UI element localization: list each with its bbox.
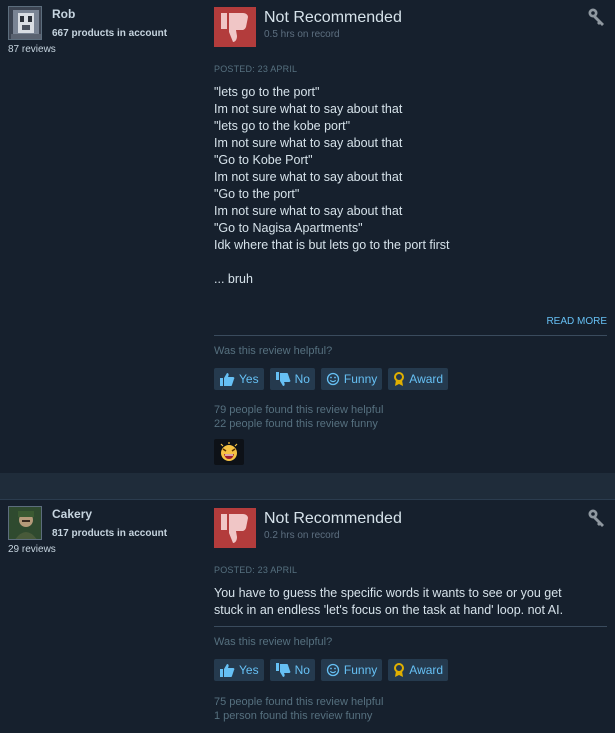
review-line: Idk where that is but lets go to the por… <box>214 238 450 252</box>
helpful-question: Was this review helpful? <box>214 636 333 648</box>
verdict-title: Not Recommended <box>264 510 402 527</box>
verdict-title: Not Recommended <box>264 9 402 26</box>
award-icon <box>394 371 405 386</box>
thumbs-down-icon <box>214 508 256 548</box>
thumbs-up-icon <box>220 664 235 677</box>
author-name[interactable]: Cakery <box>52 507 92 521</box>
key-icon[interactable] <box>587 7 607 27</box>
helpful-question: Was this review helpful? <box>214 345 333 357</box>
review-line: ... bruh <box>214 272 253 286</box>
review-line <box>214 254 607 271</box>
no-label: No <box>294 372 310 386</box>
thumbs-down-small-icon <box>275 372 290 386</box>
no-button[interactable]: No <box>269 659 315 681</box>
smiley-icon <box>326 372 340 386</box>
review-line: Im not sure what to say about that <box>214 204 403 218</box>
helpful-count: 75 people found this review helpful <box>214 696 384 708</box>
author-products-count[interactable]: 667 products in account <box>52 28 167 39</box>
funny-count: 1 person found this review funny <box>214 710 373 722</box>
vote-buttons: Yes No Funny Award <box>214 659 449 681</box>
award-button[interactable]: Award <box>388 368 449 390</box>
laughing-emoji-award[interactable] <box>214 439 244 465</box>
thumbs-down-icon <box>214 7 256 47</box>
funny-label: Funny <box>343 372 378 386</box>
posted-date: POSTED: 23 APRIL <box>214 565 298 575</box>
hours-on-record: 0.2 hrs on record <box>264 530 340 541</box>
review-content: Not Recommended 0.2 hrs on record POSTED… <box>214 508 607 722</box>
review-line: stuck in an endless 'let's focus on the … <box>214 603 564 617</box>
thumbs-up-icon <box>220 373 235 386</box>
review-separator <box>0 473 615 500</box>
funny-button[interactable]: Funny <box>320 368 383 390</box>
review-content: Not Recommended 0.5 hrs on record POSTED… <box>214 7 607 465</box>
award-label: Award <box>409 663 444 677</box>
review-line: You have to guess the specific words it … <box>214 586 562 600</box>
divider <box>214 335 607 336</box>
review-line: "Go to the port" <box>214 187 300 201</box>
no-button[interactable]: No <box>269 368 315 390</box>
author-products-count[interactable]: 817 products in account <box>52 528 167 539</box>
review-line: "Go to Kobe Port" <box>214 153 313 167</box>
funny-button[interactable]: Funny <box>320 659 383 681</box>
author-reviews-count[interactable]: 29 reviews <box>8 544 56 555</box>
review-line: Im not sure what to say about that <box>214 102 403 116</box>
review-line: Im not sure what to say about that <box>214 136 403 150</box>
review-line: "Go to Nagisa Apartments" <box>214 221 363 235</box>
laughing-emoji-icon <box>220 442 238 461</box>
yes-label: Yes <box>239 663 259 677</box>
author-reviews-count[interactable]: 87 reviews <box>8 44 56 55</box>
yes-label: Yes <box>239 372 259 386</box>
award-label: Award <box>409 372 444 386</box>
vote-buttons: Yes No Funny Award <box>214 368 449 390</box>
helpful-count: 79 people found this review helpful <box>214 404 384 416</box>
review-text: "lets go to the port" Im not sure what t… <box>214 84 607 288</box>
review-line: "lets go to the kobe port" <box>214 119 351 133</box>
helpful-counts: 79 people found this review helpful 22 p… <box>214 403 383 431</box>
avatar[interactable] <box>8 6 42 40</box>
helpful-counts: 75 people found this review helpful 1 pe… <box>214 695 383 723</box>
award-button[interactable]: Award <box>388 659 449 681</box>
no-label: No <box>294 663 310 677</box>
smiley-icon <box>326 663 340 677</box>
yes-button[interactable]: Yes <box>214 659 264 681</box>
funny-count: 22 people found this review funny <box>214 418 378 430</box>
key-icon[interactable] <box>587 508 607 528</box>
divider <box>214 626 607 627</box>
review-line: Im not sure what to say about that <box>214 170 403 184</box>
vote-header[interactable]: Not Recommended 0.5 hrs on record <box>214 7 607 47</box>
review-card: Rob 667 products in account 87 reviews N… <box>0 0 615 473</box>
review-text: You have to guess the specific words it … <box>214 585 607 619</box>
yes-button[interactable]: Yes <box>214 368 264 390</box>
funny-label: Funny <box>343 663 378 677</box>
author-name[interactable]: Rob <box>52 7 75 21</box>
avatar[interactable] <box>8 506 42 540</box>
vote-header[interactable]: Not Recommended 0.2 hrs on record <box>214 508 607 548</box>
posted-date: POSTED: 23 APRIL <box>214 64 298 74</box>
hours-on-record: 0.5 hrs on record <box>264 29 340 40</box>
read-more-link[interactable]: READ MORE <box>546 316 607 327</box>
award-icon <box>394 662 405 677</box>
review-line: "lets go to the port" <box>214 85 320 99</box>
review-card: Cakery 817 products in account 29 review… <box>0 500 615 733</box>
thumbs-down-small-icon <box>275 663 290 677</box>
